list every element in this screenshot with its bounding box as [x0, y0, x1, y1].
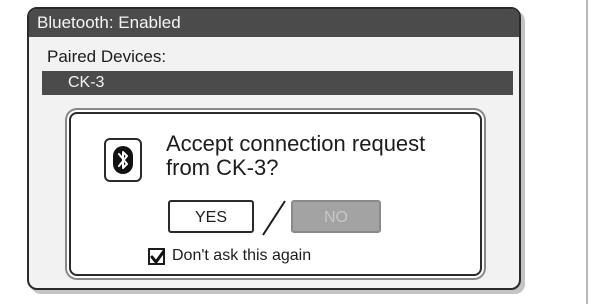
dont-ask-again-option[interactable]: Don't ask this again	[148, 246, 311, 266]
dont-ask-again-checkbox[interactable]	[148, 247, 165, 265]
no-button[interactable]: NO	[291, 200, 381, 233]
button-separator-slash	[262, 200, 286, 236]
bluetooth-icon	[104, 138, 142, 182]
paired-device-item[interactable]: CK-3	[42, 71, 513, 95]
right-edge-rule	[586, 0, 588, 304]
dont-ask-again-label: Don't ask this again	[172, 247, 312, 264]
paired-devices-label: Paired Devices:	[47, 47, 167, 66]
checkmark-icon	[150, 249, 165, 263]
dialog-message: Accept connection request from CK-3?	[166, 132, 466, 180]
connection-request-dialog: Accept connection request from CK-3? YES…	[69, 112, 482, 276]
window-title: Bluetooth: Enabled	[29, 9, 519, 37]
dialog-message-line-1: Accept connection request	[166, 131, 426, 156]
screen: Bluetooth: Enabled Paired Devices: CK-3 …	[0, 0, 604, 304]
dialog-message-line-2: from CK-3?	[166, 155, 279, 180]
yes-button[interactable]: YES	[168, 200, 254, 233]
bluetooth-window: Bluetooth: Enabled Paired Devices: CK-3 …	[27, 7, 521, 290]
